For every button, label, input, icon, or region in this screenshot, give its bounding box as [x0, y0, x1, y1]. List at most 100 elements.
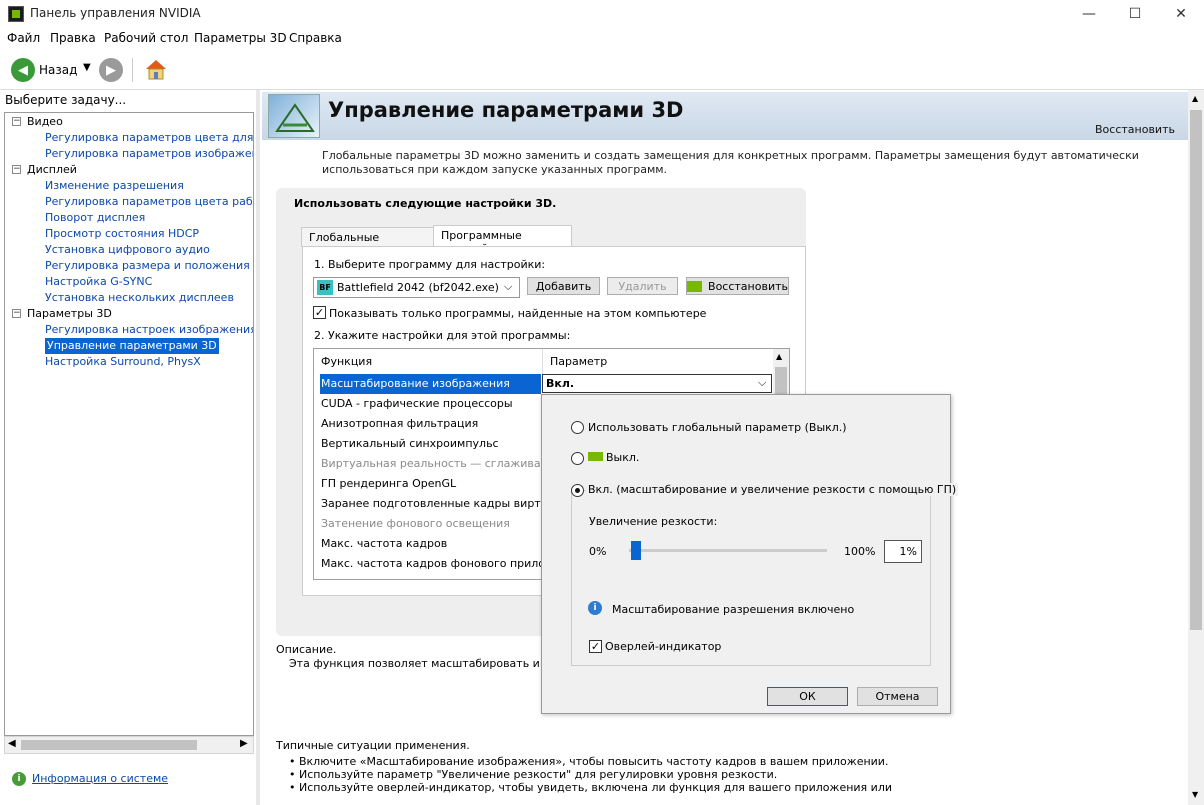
- intro-text: Глобальные параметры 3D можно заменить и…: [322, 149, 1139, 176]
- tree-item-label: Установка нескольких дисплеев: [45, 291, 234, 304]
- nvidia-logo-icon: [687, 280, 703, 292]
- tree-item-label: Видео: [27, 115, 63, 128]
- grid-row[interactable]: Заранее подготовленные кадры вирту...: [321, 494, 558, 514]
- chevron-down-icon: ⌵: [758, 376, 767, 389]
- menu-help[interactable]: Справка: [289, 31, 342, 45]
- scroll-down-icon[interactable]: ▼: [1192, 790, 1198, 799]
- info-icon: i: [12, 772, 26, 786]
- parameter-select-value: Вкл.: [546, 377, 575, 390]
- remove-program-button[interactable]: Удалить: [607, 277, 678, 295]
- step2-label: 2. Укажите настройки для этой программы:: [314, 329, 571, 342]
- tree-item-label: Установка цифрового аудио: [45, 243, 210, 256]
- restore-program-button[interactable]: Восстановить: [686, 277, 789, 295]
- tree-item-label: Регулировка параметров изображения для в…: [45, 147, 253, 160]
- cancel-button[interactable]: Отмена: [857, 687, 938, 706]
- back-history-dropdown-icon[interactable]: ▼: [83, 62, 91, 73]
- column-header-parameter: Параметр: [550, 355, 608, 368]
- menu-3d-settings[interactable]: Параметры 3D: [194, 31, 287, 45]
- battlefield-icon: BF: [317, 280, 333, 295]
- tree-item-label: Регулировка настроек изображения с просм…: [45, 323, 254, 336]
- sharpen-label: Увеличение резкости:: [589, 515, 718, 528]
- tree-item-label: Регулировка параметров цвета рабочего ст…: [45, 195, 253, 208]
- task-tree[interactable]: −ВидеоРегулировка параметров цвета для в…: [4, 112, 254, 736]
- restore-defaults-link[interactable]: Восстановить: [1095, 123, 1175, 136]
- content-scroll-thumb[interactable]: [1190, 110, 1202, 630]
- tree-item-label: Настройка Surround, PhysX: [45, 355, 201, 368]
- page-title: Управление параметрами 3D: [328, 98, 684, 122]
- grid-row[interactable]: Вертикальный синхроимпульс: [321, 434, 499, 454]
- tree-item-label: Изменение разрешения: [45, 179, 184, 192]
- tree-item-label: Управление параметрами 3D: [45, 338, 219, 354]
- menu-bar: Файл Правка Рабочий стол Параметры 3D Сп…: [0, 28, 1204, 50]
- maximize-button[interactable]: ☐: [1112, 0, 1158, 28]
- sharpen-max-label: 100%: [844, 545, 876, 558]
- grid-row[interactable]: Виртуальная реальность — сглаживан...: [321, 454, 558, 474]
- back-arrow-icon[interactable]: ◀: [11, 58, 35, 82]
- ok-button[interactable]: ОК: [767, 687, 848, 706]
- parameter-select[interactable]: Вкл. ⌵: [542, 374, 772, 393]
- grid-row[interactable]: Масштабирование изображения: [320, 374, 541, 394]
- tree-item-label: Регулировка параметров цвета для видео: [45, 131, 254, 144]
- radio-off[interactable]: [571, 452, 584, 465]
- nvidia-logo-icon: [588, 452, 603, 461]
- chevron-down-icon: ⌵: [504, 280, 513, 293]
- description-text: Эта функция позволяет масштабировать и п…: [289, 657, 583, 670]
- sharpen-slider-thumb[interactable]: [630, 541, 641, 560]
- overlay-checkbox[interactable]: ✓: [589, 640, 602, 653]
- scroll-up-icon[interactable]: ▲: [1192, 94, 1198, 103]
- column-divider: [542, 349, 543, 375]
- sharpen-slider-track[interactable]: [629, 549, 827, 552]
- scroll-right-icon[interactable]: ▶: [240, 738, 248, 749]
- tree-item-label: Регулировка размера и положения рабочего…: [45, 259, 253, 272]
- toolbar-separator: [132, 58, 133, 82]
- sharpen-min-label: 0%: [589, 545, 607, 558]
- radio-use-global-label: Использовать глобальный параметр (Выкл.): [588, 421, 847, 434]
- collapse-icon[interactable]: −: [12, 117, 21, 126]
- settings-group-title: Использовать следующие настройки 3D.: [294, 197, 557, 210]
- radio-on[interactable]: [571, 484, 584, 497]
- tree-item-label: Просмотр состояния HDCP: [45, 227, 200, 240]
- menu-file[interactable]: Файл: [7, 31, 40, 45]
- task-label: Выберите задачу...: [5, 93, 127, 107]
- radio-use-global[interactable]: [571, 421, 584, 434]
- menu-desktop[interactable]: Рабочий стол: [104, 31, 188, 45]
- grid-row[interactable]: ГП рендеринга OpenGL: [321, 474, 456, 494]
- content-vertical-scrollbar[interactable]: ▲ ▼: [1188, 90, 1204, 805]
- grid-row[interactable]: Анизотропная фильтрация: [321, 414, 478, 434]
- grid-row[interactable]: Затенение фонового освещения: [321, 514, 510, 534]
- tab-program-settings[interactable]: Программные настройки: [433, 225, 572, 255]
- menu-edit[interactable]: Правка: [50, 31, 96, 45]
- tree-item-label: Дисплей: [27, 163, 77, 176]
- scroll-thumb[interactable]: [21, 740, 197, 750]
- tab-global-settings[interactable]: Глобальные параметры: [301, 227, 435, 257]
- grid-row[interactable]: Макс. частота кадров: [321, 534, 447, 554]
- image-scaling-popup: Использовать глобальный параметр (Выкл.)…: [541, 394, 959, 714]
- sharpen-value-input[interactable]: 1%: [884, 540, 922, 563]
- info-icon: i: [588, 601, 602, 615]
- tree-item-label: Параметры 3D: [27, 307, 112, 320]
- close-button[interactable]: ✕: [1158, 0, 1204, 28]
- show-only-label: Показывать только программы, найденные н…: [329, 307, 707, 320]
- grid-row[interactable]: CUDA - графические процессоры: [321, 394, 513, 414]
- add-program-button[interactable]: Добавить: [527, 277, 600, 295]
- minimize-button[interactable]: —: [1066, 0, 1112, 28]
- overlay-label: Оверлей-индикатор: [605, 640, 722, 653]
- back-label[interactable]: Назад: [39, 63, 77, 77]
- window-title: Панель управления NVIDIA: [30, 6, 201, 20]
- grid-row[interactable]: Макс. частота кадров фонового прило...: [321, 554, 556, 574]
- program-select[interactable]: BF Battlefield 2042 (bf2042.exe) ⌵: [313, 277, 520, 298]
- system-info-link[interactable]: Информация о системе: [32, 772, 168, 785]
- grid-scroll-thumb[interactable]: [775, 367, 787, 395]
- scaling-enabled-info: Масштабирование разрешения включено: [612, 603, 855, 616]
- show-only-checkbox[interactable]: ✓: [313, 306, 326, 319]
- tree-horizontal-scrollbar[interactable]: ◀ ▶: [4, 736, 254, 754]
- forward-arrow-icon[interactable]: ▶: [99, 58, 123, 82]
- collapse-icon[interactable]: −: [12, 165, 21, 174]
- usage-item: • Включите «Масштабирование изображения»…: [289, 755, 889, 768]
- scroll-up-icon[interactable]: ▲: [776, 352, 782, 361]
- scroll-left-icon[interactable]: ◀: [8, 738, 16, 749]
- home-icon[interactable]: [144, 57, 168, 81]
- title-bar: Панель управления NVIDIA — ☐ ✕: [0, 0, 1204, 28]
- collapse-icon[interactable]: −: [12, 309, 21, 318]
- radio-on-label: Вкл. (масштабирование и увеличение резко…: [586, 483, 959, 496]
